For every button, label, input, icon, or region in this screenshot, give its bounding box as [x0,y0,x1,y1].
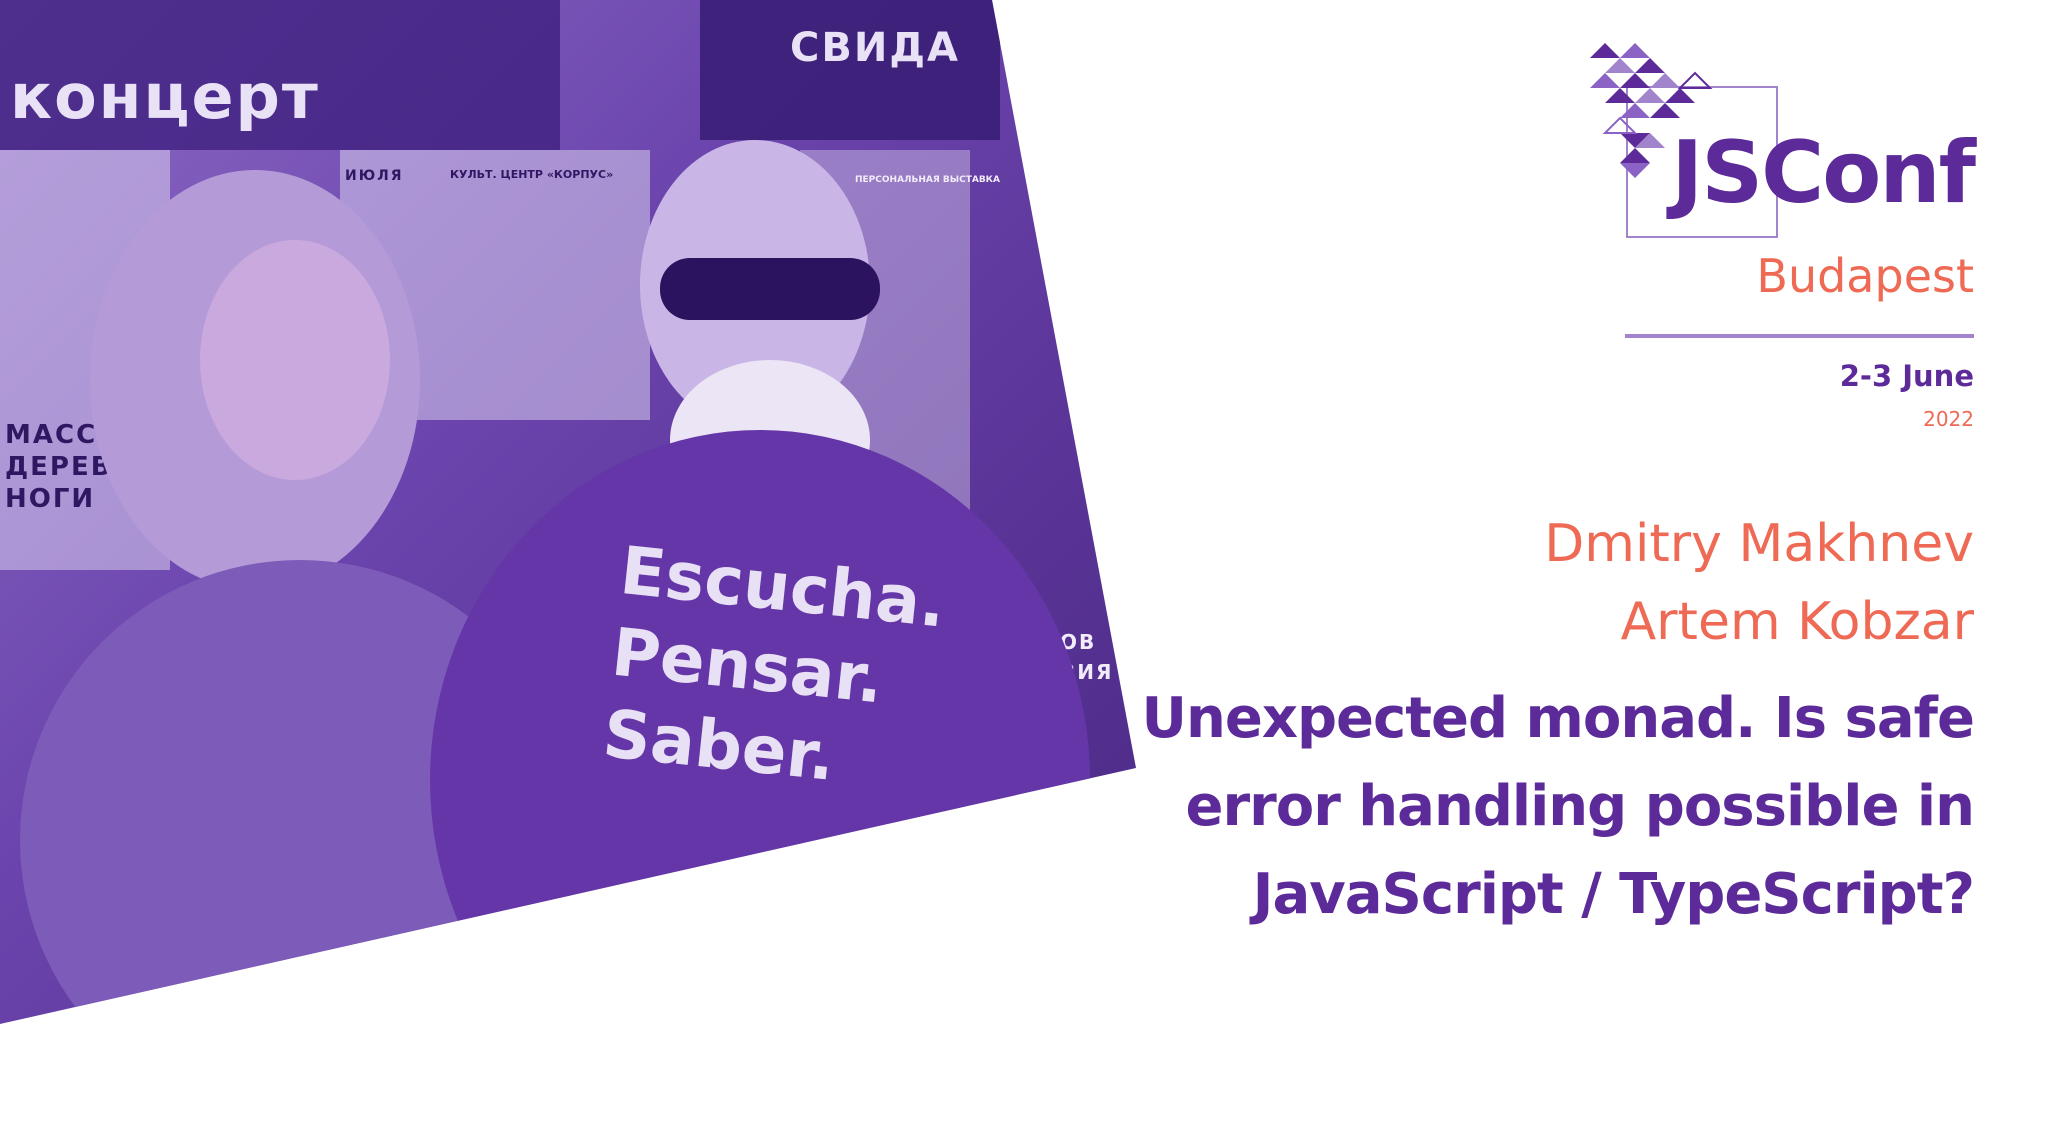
poster-text-exhibition: ПЕРСОНАЛЬНАЯ ВЫСТАВКА [855,175,1001,185]
speaker-names: Dmitry Makhnev Artem Kobzar [1544,505,1974,661]
talk-title-line-1: Unexpected monad. Is safe [1141,686,1976,751]
poster-text-korpus: КУЛЬТ. ЦЕНТР «КОРПУС» [450,168,614,181]
poster-text-july: ИЮЛЯ [345,168,404,184]
poster-text-svida: СВИДА [790,25,960,71]
person-left-face [200,240,390,480]
talk-title: Unexpected monad. Is safe error handling… [1114,675,1976,939]
header-divider [1625,334,1974,338]
talk-title-line-3: JavaScript / TypeScript? [1252,862,1975,927]
speaker-photo: концерт СВИДА МАССАЖ ДЕРЕВЯНН НОГИ ИЮЛЯ … [0,0,1136,1024]
conference-name: JSConf [1671,123,1976,223]
conference-dates: 2-3 June [1839,359,1974,393]
sunglasses [660,258,880,320]
speaker-name-2: Artem Kobzar [1620,592,1974,652]
talk-title-line-2: error handling possible in [1185,774,1976,839]
speaker-name-1: Dmitry Makhnev [1544,514,1974,574]
shirt-text: Escucha. Pensar. Saber. [599,530,950,809]
conference-year: 2022 [1923,407,1974,431]
poster-text-concert: концерт [10,60,320,133]
poster-text-legs: НОГИ [5,484,96,514]
conference-city: Budapest [1756,249,1974,303]
